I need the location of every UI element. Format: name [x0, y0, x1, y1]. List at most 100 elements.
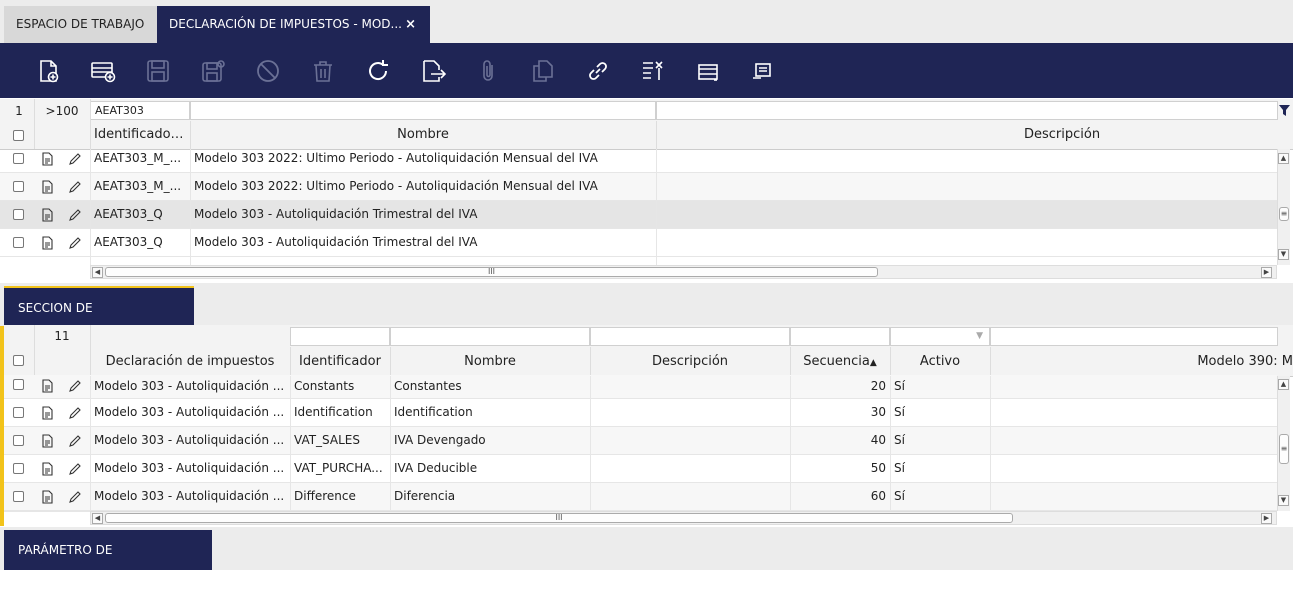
save-close-icon[interactable]: [199, 57, 227, 85]
close-tab-icon[interactable]: ×: [405, 6, 416, 43]
table-row[interactable]: AEAT303_Q Modelo 303 - Autoliquidación T…: [0, 229, 1277, 257]
tab-workspace[interactable]: ESPACIO DE TRABAJO: [4, 6, 157, 43]
row-checkbox[interactable]: [13, 181, 24, 192]
export-icon[interactable]: [419, 57, 447, 85]
identifier-cell: AEAT303_Q: [94, 235, 163, 249]
cancel-icon[interactable]: [254, 57, 282, 85]
column-header-identifier[interactable]: Identificador: [290, 347, 390, 376]
scroll-down-icon[interactable]: ▼: [1278, 249, 1289, 260]
attach-icon[interactable]: [474, 57, 502, 85]
table-row[interactable]: Modelo 303 - Autoliquidación ... VAT_PUR…: [4, 455, 1277, 483]
tools-icon[interactable]: [639, 57, 667, 85]
table-row[interactable]: Modelo 303 - Autoliquidación ... Identif…: [4, 399, 1277, 427]
row-checkbox[interactable]: [13, 153, 24, 164]
vertical-scrollbar[interactable]: ▲ ≡ ▼: [1277, 149, 1290, 265]
table-row[interactable]: AEAT303_M_... Modelo 303 2022: Ultimo Pe…: [0, 173, 1277, 201]
divider: [890, 347, 891, 376]
row-checkbox[interactable]: [13, 237, 24, 248]
document-icon[interactable]: [40, 379, 54, 393]
edit-pencil-icon[interactable]: [68, 379, 82, 393]
table-row[interactable]: [0, 257, 1277, 265]
document-icon[interactable]: [40, 152, 54, 166]
vertical-scrollbar[interactable]: ▲ ≡ ▼: [1277, 376, 1290, 511]
scroll-right-icon[interactable]: ▶: [1261, 513, 1272, 524]
scroll-thumb[interactable]: ≡: [1279, 434, 1289, 464]
new-row-icon[interactable]: [89, 57, 117, 85]
table-row[interactable]: AEAT303_M_... Modelo 303 2022: Ultimo Pe…: [0, 145, 1277, 173]
edit-pencil-icon[interactable]: [68, 406, 82, 420]
toolbar: [0, 43, 1293, 98]
select-all-checkbox[interactable]: [13, 355, 24, 366]
edit-pencil-icon[interactable]: [68, 152, 82, 166]
description-filter-input[interactable]: [590, 327, 790, 346]
save-icon[interactable]: [144, 57, 172, 85]
column-header-model390[interactable]: Modelo 390: M: [990, 347, 1293, 376]
copy-icon[interactable]: [529, 57, 557, 85]
filter-icon[interactable]: [1279, 105, 1290, 119]
table-row[interactable]: Modelo 303 - Autoliquidación ... Constan…: [4, 375, 1277, 399]
description-filter-input[interactable]: [656, 101, 1278, 120]
link-icon[interactable]: [584, 57, 612, 85]
notes-icon[interactable]: [749, 57, 777, 85]
row-checkbox[interactable]: [13, 435, 24, 446]
sort-asc-icon: ▲: [869, 358, 877, 368]
edit-pencil-icon[interactable]: [68, 236, 82, 250]
document-icon[interactable]: [40, 406, 54, 420]
document-icon[interactable]: [40, 180, 54, 194]
form-view-icon[interactable]: [694, 57, 722, 85]
table-row[interactable]: AEAT303_Q Modelo 303 - Autoliquidación T…: [0, 201, 1277, 229]
column-header-declaration[interactable]: Declaración de impuestos: [90, 347, 290, 376]
scroll-left-icon[interactable]: ◀: [92, 267, 103, 278]
section-tab-declaration-section[interactable]: SECCION DE DECLARACIÓN: [4, 286, 194, 355]
column-header-sequence[interactable]: Secuencia▲: [790, 347, 890, 376]
column-header-active[interactable]: Activo: [890, 347, 990, 376]
table-row[interactable]: Modelo 303 - Autoliquidación ... Differe…: [4, 483, 1277, 511]
row-checkbox[interactable]: [13, 407, 24, 418]
row-checkbox[interactable]: [13, 491, 24, 502]
new-document-icon[interactable]: [34, 57, 62, 85]
scroll-thumb[interactable]: ≡: [1279, 207, 1289, 221]
scroll-left-icon[interactable]: ◀: [92, 513, 103, 524]
edit-pencil-icon[interactable]: [68, 434, 82, 448]
section-tab-declaration-parameter[interactable]: PARÁMETRO DE DECLARACIÓN: [4, 530, 212, 597]
identifier-filter-input[interactable]: [290, 327, 390, 346]
divider: [90, 99, 91, 149]
row-checkbox[interactable]: [13, 209, 24, 220]
active-filter-select[interactable]: ▼: [890, 327, 990, 346]
refresh-icon[interactable]: [364, 57, 392, 85]
scroll-thumb[interactable]: III: [105, 267, 878, 277]
document-icon[interactable]: [40, 462, 54, 476]
column-header-description[interactable]: Descripción: [590, 347, 790, 376]
edit-pencil-icon[interactable]: [68, 490, 82, 504]
scroll-up-icon[interactable]: ▲: [1278, 379, 1289, 390]
edit-pencil-icon[interactable]: [68, 208, 82, 222]
document-icon[interactable]: [40, 490, 54, 504]
identifier-filter-input[interactable]: AEAT303: [90, 101, 190, 120]
sequence-cell: 50: [870, 461, 886, 475]
chevron-down-icon: ▼: [976, 331, 983, 341]
active-cell: Sí: [894, 379, 905, 393]
horizontal-scrollbar[interactable]: ◀ III ▶: [90, 511, 1277, 525]
row-checkbox[interactable]: [13, 463, 24, 474]
tab-tax-declaration[interactable]: DECLARACIÓN DE IMPUESTOS - MOD... ×: [157, 6, 430, 43]
sequence-filter-input[interactable]: [790, 327, 890, 346]
name-filter-input[interactable]: [190, 101, 656, 120]
document-icon[interactable]: [40, 208, 54, 222]
edit-pencil-icon[interactable]: [68, 462, 82, 476]
scroll-down-icon[interactable]: ▼: [1278, 495, 1289, 506]
delete-icon[interactable]: [309, 57, 337, 85]
row-checkbox[interactable]: [13, 379, 24, 390]
edit-pencil-icon[interactable]: [68, 180, 82, 194]
sequence-cell: 60: [870, 489, 886, 503]
horizontal-scrollbar[interactable]: ◀ III ▶: [90, 265, 1277, 279]
scroll-up-icon[interactable]: ▲: [1278, 153, 1289, 164]
document-icon[interactable]: [40, 434, 54, 448]
select-all-checkbox[interactable]: [13, 130, 24, 141]
scroll-thumb[interactable]: III: [105, 513, 1013, 523]
table-row[interactable]: Modelo 303 - Autoliquidación ... VAT_SAL…: [4, 427, 1277, 455]
column-header-name[interactable]: Nombre: [390, 347, 590, 376]
name-filter-input[interactable]: [390, 327, 590, 346]
model390-filter-input[interactable]: [990, 327, 1278, 346]
document-icon[interactable]: [40, 236, 54, 250]
scroll-right-icon[interactable]: ▶: [1261, 267, 1272, 278]
